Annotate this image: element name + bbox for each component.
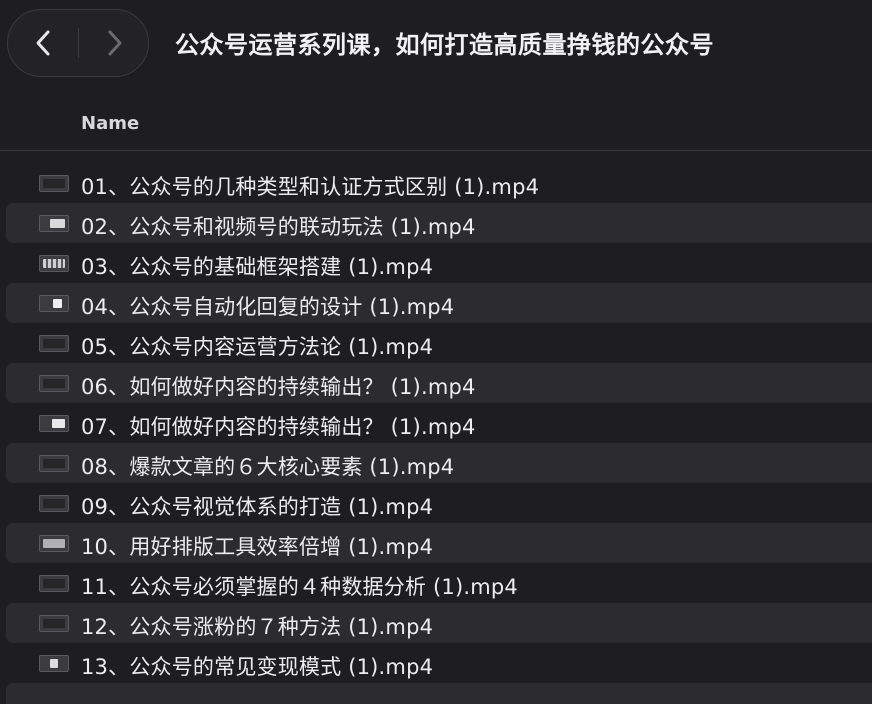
video-file-icon xyxy=(39,455,69,472)
forward-button[interactable] xyxy=(80,10,150,76)
file-row[interactable]: 10、用好排版工具效率倍增 (1).mp4 xyxy=(6,523,872,563)
file-row[interactable]: 01、公众号的几种类型和认证方式区别 (1).mp4 xyxy=(6,163,872,203)
video-file-icon xyxy=(39,375,69,392)
file-name: 05、公众号内容运营方法论 (1).mp4 xyxy=(81,335,434,359)
file-row[interactable]: 13、公众号的常见变现模式 (1).mp4 xyxy=(6,643,872,683)
file-name: 07、如何做好内容的持续输出？ (1).mp4 xyxy=(81,415,476,439)
video-file-icon xyxy=(39,255,69,272)
file-row[interactable]: 07、如何做好内容的持续输出？ (1).mp4 xyxy=(6,403,872,443)
file-name: 12、公众号涨粉的７种方法 (1).mp4 xyxy=(81,615,434,639)
column-header-name[interactable]: Name xyxy=(81,113,139,134)
file-row[interactable]: 11、公众号必须掌握的４种数据分析 (1).mp4 xyxy=(6,563,872,603)
video-file-icon xyxy=(39,415,69,432)
back-button[interactable] xyxy=(8,10,78,76)
file-name: 06、如何做好内容的持续输出？ (1).mp4 xyxy=(81,375,476,399)
file-name: 13、公众号的常见变现模式 (1).mp4 xyxy=(81,655,434,679)
chevron-right-icon xyxy=(108,30,122,56)
column-header-row: Name xyxy=(0,96,872,151)
file-row[interactable]: 02、公众号和视频号的联动玩法 (1).mp4 xyxy=(6,203,872,243)
empty-row xyxy=(6,683,872,704)
file-row[interactable]: 03、公众号的基础框架搭建 (1).mp4 xyxy=(6,243,872,283)
video-file-icon xyxy=(39,335,69,352)
file-list: 01、公众号的几种类型和认证方式区别 (1).mp4 02、公众号和视频号的联动… xyxy=(6,163,872,683)
file-name: 11、公众号必须掌握的４种数据分析 (1).mp4 xyxy=(81,575,518,599)
file-row[interactable]: 09、公众号视觉体系的打造 (1).mp4 xyxy=(6,483,872,523)
video-file-icon xyxy=(39,175,69,192)
video-file-icon xyxy=(39,655,69,672)
video-file-icon xyxy=(39,215,69,232)
file-row[interactable]: 06、如何做好内容的持续输出？ (1).mp4 xyxy=(6,363,872,403)
chevron-left-icon xyxy=(36,30,50,56)
navigation-buttons xyxy=(7,9,149,77)
video-file-icon xyxy=(39,575,69,592)
file-name: 09、公众号视觉体系的打造 (1).mp4 xyxy=(81,495,434,519)
file-name: 10、用好排版工具效率倍增 (1).mp4 xyxy=(81,535,434,559)
video-file-icon xyxy=(39,295,69,312)
file-name: 04、公众号自动化回复的设计 (1).mp4 xyxy=(81,295,455,319)
file-name: 08、爆款文章的６大核心要素 (1).mp4 xyxy=(81,455,455,479)
nav-divider xyxy=(78,28,79,58)
file-name: 01、公众号的几种类型和认证方式区别 (1).mp4 xyxy=(81,175,540,199)
file-row[interactable]: 12、公众号涨粉的７种方法 (1).mp4 xyxy=(6,603,872,643)
toolbar: 公众号运营系列课，如何打造高质量挣钱的公众号 xyxy=(0,0,872,96)
window-title: 公众号运营系列课，如何打造高质量挣钱的公众号 xyxy=(175,31,714,59)
video-file-icon xyxy=(39,535,69,552)
file-row[interactable]: 04、公众号自动化回复的设计 (1).mp4 xyxy=(6,283,872,323)
video-file-icon xyxy=(39,615,69,632)
file-row[interactable]: 05、公众号内容运营方法论 (1).mp4 xyxy=(6,323,872,363)
file-name: 02、公众号和视频号的联动玩法 (1).mp4 xyxy=(81,215,476,239)
file-row[interactable]: 08、爆款文章的６大核心要素 (1).mp4 xyxy=(6,443,872,483)
file-name: 03、公众号的基础框架搭建 (1).mp4 xyxy=(81,255,434,279)
video-file-icon xyxy=(39,495,69,512)
